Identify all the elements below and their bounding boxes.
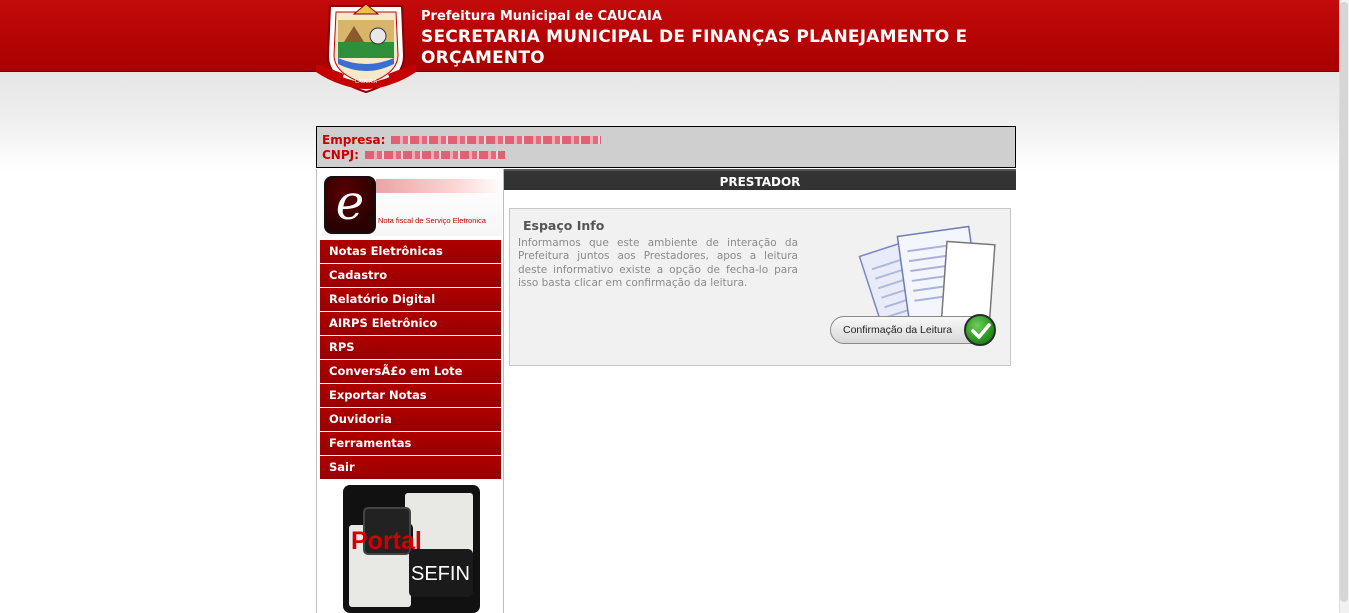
nfse-e-icon: e [324, 176, 376, 234]
menu-item-ouvidoria[interactable]: Ouvidoria [320, 408, 501, 431]
menu-item-relatorio-digital[interactable]: Relatório Digital [320, 288, 501, 311]
nfse-logo-caption: Nota fiscal de Serviço Eletronica [378, 216, 486, 225]
sidebar: e Nota fiscal de Serviço Eletronica Nota… [316, 169, 504, 613]
portal-word: Portal [351, 527, 422, 555]
empresa-label: Empresa: [322, 132, 386, 147]
menu-item-conversao-em-lote[interactable]: ConversÃ£o em Lote [320, 360, 501, 383]
portal-sefin-banner[interactable]: Portal SEFIN [343, 485, 480, 613]
company-info-box: Empresa: CNPJ: [316, 126, 1016, 168]
sefin-word: SEFIN [411, 563, 470, 585]
caucaia-coat-of-arms-icon: CAUCAIA [314, 0, 418, 98]
menu-item-exportar-notas[interactable]: Exportar Notas [320, 384, 501, 407]
menu-item-ferramentas[interactable]: Ferramentas [320, 432, 501, 455]
main-menu: Notas Eletrônicas Cadastro Relatório Dig… [320, 240, 501, 480]
info-panel: Espaço Info Informamos que este ambiente… [509, 208, 1011, 366]
scrollbar-thumb[interactable] [1340, 2, 1348, 602]
page-title: SECRETARIA MUNICIPAL DE FINANÇAS PLANEJA… [421, 27, 968, 68]
nfse-logo: e Nota fiscal de Serviço Eletronica [322, 174, 502, 236]
section-title-bar: PRESTADOR [504, 169, 1016, 190]
menu-item-cadastro[interactable]: Cadastro [320, 264, 501, 287]
menu-item-sair[interactable]: Sair [320, 456, 501, 479]
info-title: Espaço Info [523, 218, 605, 233]
logo-text: CAUCAIA [355, 79, 378, 85]
confirm-reading-label: Confirmação da Leitura [843, 324, 953, 336]
nfse-logo-bar [376, 179, 502, 193]
empresa-value-redacted [391, 135, 602, 144]
cnpj-label: CNPJ: [322, 147, 359, 162]
menu-item-airps-eletronico[interactable]: AIRPS Eletrônico [320, 312, 501, 335]
menu-item-rps[interactable]: RPS [320, 336, 501, 359]
cnpj-value-redacted [364, 150, 505, 159]
info-text: Informamos que este ambiente de interaçã… [518, 237, 798, 289]
menu-item-notas-eletronicas[interactable]: Notas Eletrônicas [320, 240, 501, 263]
vertical-scrollbar[interactable] [1339, 0, 1349, 613]
confirm-reading-button[interactable]: Confirmação da Leitura [830, 314, 996, 346]
checkmark-icon [964, 314, 996, 346]
municipality-title: Prefeitura Municipal de CAUCAIA [421, 9, 662, 24]
